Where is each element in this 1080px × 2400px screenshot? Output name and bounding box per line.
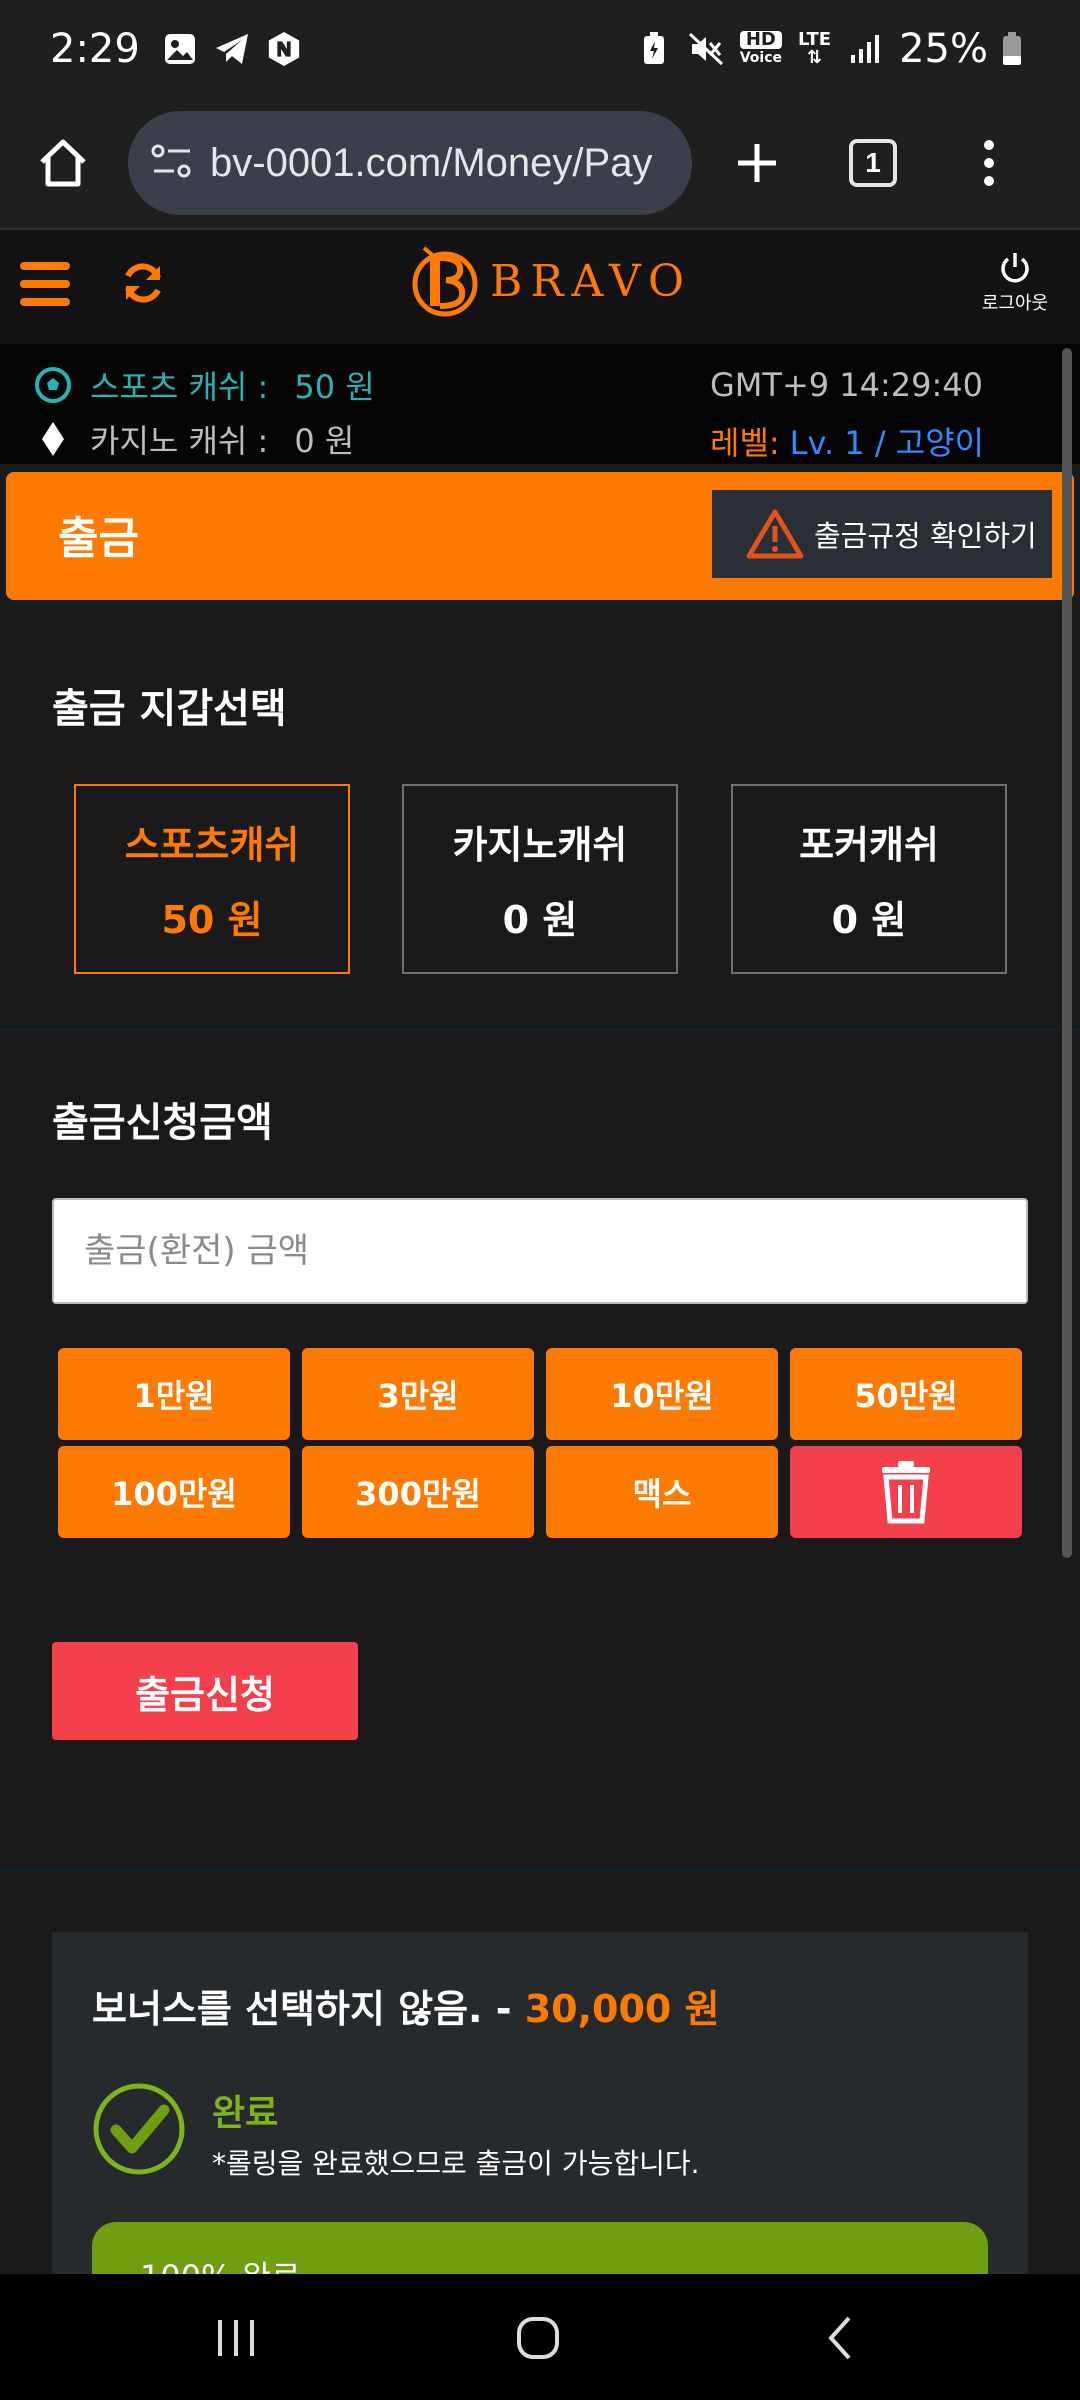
level-label: 레벨: (710, 424, 780, 462)
recent-apps-icon (218, 2320, 254, 2356)
hd-voice-indicator: HD Voice (739, 31, 783, 67)
bonus-title: 보너스를 선택하지 않음. - 30,000 원 (92, 1978, 720, 2033)
screen: 2:29 HD Voice LTE ⇅ 25% bv-0001.com/Mone… (0, 0, 1080, 2400)
level-row: 레벨: Lv. 1 / 고양이 (710, 418, 984, 464)
rolling-note: *롤링을 완료했으므로 출금이 가능합니다. (212, 2147, 700, 2180)
withdraw-amount-input[interactable] (52, 1198, 1028, 1304)
home-circle-icon (517, 2317, 559, 2359)
hd-label: HD (739, 31, 783, 49)
server-clock: GMT+9 14:29:40 (710, 366, 984, 404)
home-button[interactable] (28, 128, 98, 198)
logo-emblem-icon (412, 246, 478, 317)
wallet-section-title: 출금 지갑선택 (52, 686, 287, 732)
tab-switcher-button[interactable]: 1 (838, 128, 908, 198)
wallet-amount: 0 원 (502, 898, 578, 942)
signal-icon (847, 31, 883, 67)
wallet-name: 포커캐쉬 (799, 823, 939, 867)
wallet-amount: 50 원 (161, 898, 263, 942)
status-bar: 2:29 HD Voice LTE ⇅ 25% (0, 0, 1080, 98)
back-chevron-icon (828, 2316, 851, 2360)
level-value[interactable]: Lv. 1 / 고양이 (790, 418, 984, 464)
browser-toolbar: bv-0001.com/Money/Pay 1 (0, 98, 1080, 228)
withdraw-header: 출금 출금규정 확인하기 (6, 472, 1074, 600)
wallet-name: 카지노캐쉬 (452, 823, 628, 867)
battery-percent: 25% (899, 26, 988, 72)
quick-amount-100k-button[interactable]: 10만원 (546, 1348, 778, 1440)
trash-icon (882, 1461, 930, 1524)
mute-icon (688, 31, 724, 67)
wallet-amount: 0 원 (831, 898, 907, 942)
wallet-option-sports[interactable]: 스포츠캐쉬 50 원 (74, 784, 350, 974)
clear-amount-button[interactable] (790, 1446, 1022, 1538)
lte-indicator: LTE ⇅ (798, 31, 831, 67)
hamburger-menu-button[interactable] (20, 258, 72, 314)
notification-icons (162, 31, 302, 67)
hamburger-icon (20, 262, 70, 306)
url-text[interactable]: bv-0001.com/Money/Pay (210, 141, 652, 186)
logo-text: BRAVO (490, 255, 693, 307)
more-vert-icon (984, 140, 994, 186)
refresh-button[interactable] (120, 260, 166, 310)
power-icon (1001, 253, 1029, 283)
sports-cash-value: 50 원 (294, 368, 375, 406)
casino-cash-label: 카지노 캐쉬 : (90, 422, 269, 460)
logout-label: 로그아웃 (981, 293, 1049, 314)
bonus-title-text: 보너스를 선택하지 않음. - (92, 1987, 525, 2031)
rules-button-label: 출금규정 확인하기 (814, 519, 1037, 553)
recent-apps-button[interactable] (196, 2298, 276, 2378)
system-icons: HD Voice LTE ⇅ 25% (636, 26, 1030, 72)
rolling-status: 완료 (212, 2093, 279, 2134)
check-circle-icon (92, 2082, 186, 2180)
quick-amount-10k-button[interactable]: 1만원 (58, 1348, 290, 1440)
battery-icon (994, 31, 1030, 67)
quick-amount-1m-button[interactable]: 100만원 (58, 1446, 290, 1538)
home-icon (40, 139, 86, 187)
voice-label: Voice (739, 50, 783, 66)
section-divider (0, 1028, 1080, 1031)
bravo-logo[interactable]: BRAVO (410, 244, 692, 318)
system-navigation-bar (0, 2274, 1080, 2400)
refresh-icon (125, 263, 161, 303)
gallery-icon (162, 31, 198, 67)
withdraw-rules-button[interactable]: 출금규정 확인하기 (712, 490, 1052, 578)
plus-icon (738, 144, 776, 182)
back-button[interactable] (800, 2298, 880, 2378)
page-title: 출금 (58, 513, 139, 564)
warning-icon (746, 509, 804, 559)
naver-icon (266, 31, 302, 67)
site-settings-icon[interactable] (150, 141, 194, 185)
status-time: 2:29 (50, 26, 140, 72)
quick-amount-max-button[interactable]: 맥스 (546, 1446, 778, 1538)
withdraw-submit-button[interactable]: 출금신청 (52, 1642, 358, 1740)
logout-button[interactable]: 로그아웃 (976, 250, 1054, 315)
quick-amount-30k-button[interactable]: 3만원 (302, 1348, 534, 1440)
data-arrows-icon: ⇅ (807, 47, 823, 68)
sports-cash-row: 스포츠 캐쉬 : 50 원 (34, 362, 375, 408)
tab-count[interactable]: 1 (849, 139, 897, 187)
diamond-icon (42, 422, 64, 456)
address-bar[interactable]: bv-0001.com/Money/Pay (128, 111, 692, 215)
page-scrollbar[interactable] (1062, 348, 1072, 1558)
battery-saver-icon (636, 31, 672, 67)
casino-cash-value: 0 원 (294, 422, 355, 460)
bonus-amount: 30,000 원 (524, 1987, 720, 2031)
wallet-option-poker[interactable]: 포커캐쉬 0 원 (731, 784, 1007, 974)
soccer-ball-icon (35, 367, 71, 403)
new-tab-button[interactable] (722, 128, 792, 198)
telegram-icon (214, 31, 250, 67)
quick-amount-3m-button[interactable]: 300만원 (302, 1446, 534, 1538)
sports-cash-label: 스포츠 캐쉬 : (90, 368, 269, 406)
home-nav-button[interactable] (498, 2298, 578, 2378)
account-info-bar: 스포츠 캐쉬 : 50 원 카지노 캐쉬 : 0 원 GMT+9 14:29:4… (0, 344, 1080, 464)
wallet-name: 스포츠캐쉬 (124, 823, 300, 867)
section-divider (0, 1870, 1080, 1873)
wallet-option-casino[interactable]: 카지노캐쉬 0 원 (402, 784, 678, 974)
site-header: BRAVO 로그아웃 (0, 228, 1080, 344)
quick-amount-500k-button[interactable]: 50만원 (790, 1348, 1022, 1440)
casino-cash-row: 카지노 캐쉬 : 0 원 (34, 416, 354, 462)
amount-section-title: 출금신청금액 (52, 1100, 273, 1146)
menu-button[interactable] (954, 128, 1024, 198)
